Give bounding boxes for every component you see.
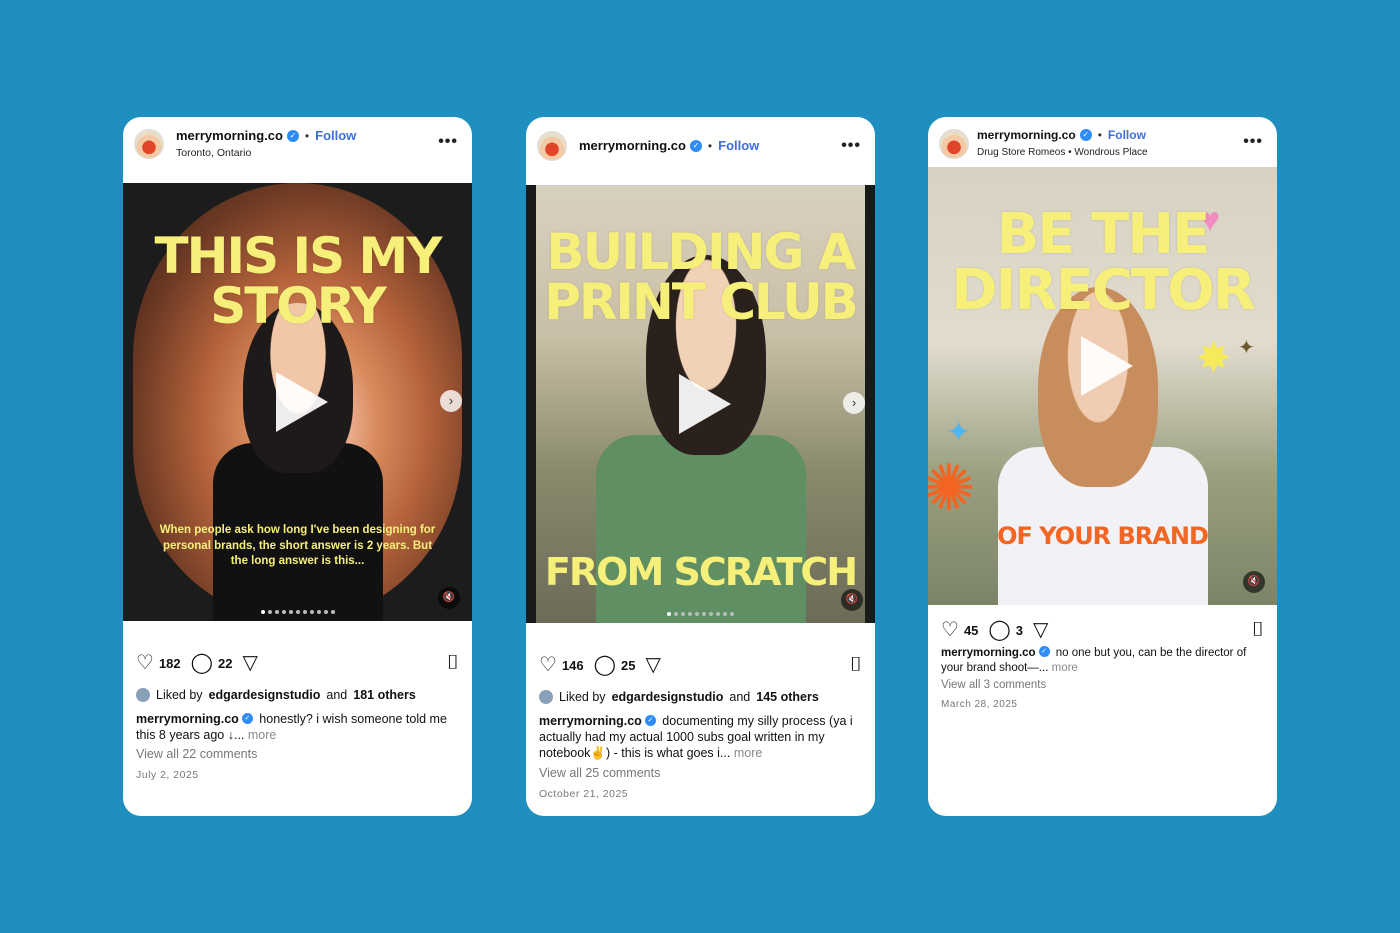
liked-prefix: Liked by bbox=[156, 688, 203, 702]
like-count[interactable]: 45 bbox=[964, 623, 978, 638]
star-sparkle-icon: ✺ bbox=[928, 452, 976, 524]
heart-icon[interactable]: ♡ bbox=[941, 620, 959, 640]
play-icon[interactable] bbox=[275, 372, 328, 432]
post-caption: merrymorning.co ✓ honestly? i wish someon… bbox=[136, 711, 459, 743]
verified-icon: ✓ bbox=[644, 715, 656, 727]
liked-prefix: Liked by bbox=[559, 690, 606, 704]
avatar[interactable] bbox=[134, 129, 164, 159]
video-subtitle: OF YOUR BRAND bbox=[997, 522, 1209, 550]
post-card-1: merrymorning.co ✓ • Follow Toronto, Onta… bbox=[123, 117, 472, 816]
more-link[interactable]: more bbox=[1052, 662, 1078, 674]
play-icon[interactable] bbox=[678, 374, 731, 434]
separator-dot: • bbox=[304, 128, 310, 143]
action-bar: ♡ 182 ◯ 22 ▽ ⌷ bbox=[136, 651, 459, 675]
next-arrow-icon[interactable]: › bbox=[843, 392, 865, 414]
view-comments-link[interactable]: View all 3 comments bbox=[941, 679, 1046, 691]
comment-count[interactable]: 3 bbox=[1016, 623, 1023, 638]
liked-and: and bbox=[326, 688, 348, 702]
mute-icon[interactable]: 🔇 bbox=[1243, 571, 1265, 593]
post-header: merrymorning.co ✓ • Follow Drug Store Ro… bbox=[928, 117, 1277, 173]
comment-icon[interactable]: ◯ bbox=[594, 655, 616, 675]
bookmark-icon[interactable]: ⌷ bbox=[1252, 620, 1264, 640]
carousel-dots bbox=[526, 603, 875, 621]
next-arrow-icon[interactable]: › bbox=[440, 390, 462, 412]
verified-icon: ✓ bbox=[286, 129, 299, 142]
post-handle[interactable]: merrymorning.co bbox=[176, 128, 283, 143]
heart-icon[interactable]: ♡ bbox=[136, 653, 154, 673]
video-headline: BE THE DIRECTOR bbox=[951, 202, 1256, 323]
more-options-icon[interactable]: ••• bbox=[1243, 133, 1263, 151]
post-video[interactable]: BUILDING A PRINT CLUB FROM SCRATCH › 🔇 bbox=[526, 185, 875, 623]
follow-button[interactable]: Follow bbox=[718, 138, 759, 153]
comment-count[interactable]: 25 bbox=[621, 658, 635, 673]
verified-icon: ✓ bbox=[241, 713, 253, 725]
liker-handle[interactable]: edgardesignstudio bbox=[612, 690, 724, 704]
bookmark-icon[interactable]: ⌷ bbox=[850, 655, 862, 675]
avatar[interactable] bbox=[939, 129, 969, 159]
view-comments-link[interactable]: View all 25 comments bbox=[539, 766, 660, 780]
post-date: October 21, 2025 bbox=[539, 788, 629, 800]
subject-body bbox=[596, 435, 806, 623]
video-subtitle: FROM SCRATCH bbox=[544, 550, 858, 594]
post-handle[interactable]: merrymorning.co bbox=[579, 138, 686, 153]
post-header: merrymorning.co ✓ • Follow Toronto, Onta… bbox=[123, 117, 472, 173]
avatar[interactable] bbox=[537, 131, 567, 161]
post-location[interactable]: Drug Store Romeos • Wondrous Place bbox=[977, 147, 1148, 158]
separator-dot: • bbox=[707, 138, 713, 153]
liked-others[interactable]: 181 others bbox=[353, 688, 416, 702]
play-icon[interactable] bbox=[1080, 336, 1133, 396]
post-handle[interactable]: merrymorning.co bbox=[977, 128, 1076, 142]
like-count[interactable]: 146 bbox=[562, 658, 584, 673]
verified-icon: ✓ bbox=[1038, 646, 1050, 658]
caption-handle[interactable]: merrymorning.co bbox=[136, 712, 239, 726]
share-icon[interactable]: ▽ bbox=[1033, 620, 1048, 640]
star-sparkle-icon: ✦ bbox=[1238, 337, 1255, 359]
liker-avatar[interactable] bbox=[539, 690, 553, 704]
comment-icon[interactable]: ◯ bbox=[191, 653, 213, 673]
bookmark-icon[interactable]: ⌷ bbox=[447, 653, 459, 673]
verified-icon: ✓ bbox=[1079, 129, 1092, 141]
liked-others[interactable]: 145 others bbox=[756, 690, 819, 704]
carousel-dots bbox=[123, 601, 472, 619]
post-video[interactable]: ✸ ✦ ✺ ✦ ♥ BE THE DIRECTOR OF YOUR BRAND … bbox=[928, 167, 1277, 605]
liked-by: Liked by edgardesignstudio and 181 other… bbox=[136, 688, 459, 702]
verified-icon: ✓ bbox=[689, 139, 702, 152]
star-sparkle-icon: ✦ bbox=[946, 416, 972, 449]
separator-dot: • bbox=[1097, 128, 1102, 142]
post-date: March 28, 2025 bbox=[941, 699, 1018, 710]
more-link[interactable]: more bbox=[248, 728, 276, 742]
post-date: July 2, 2025 bbox=[136, 769, 199, 781]
liked-by: Liked by edgardesignstudio and 145 other… bbox=[539, 690, 862, 704]
post-card-3: merrymorning.co ✓ • Follow Drug Store Ro… bbox=[928, 117, 1277, 816]
caption-handle[interactable]: merrymorning.co bbox=[941, 647, 1036, 659]
post-caption: merrymorning.co ✓ documenting my silly pr… bbox=[539, 713, 862, 761]
view-comments-link[interactable]: View all 22 comments bbox=[136, 747, 257, 761]
liker-handle[interactable]: edgardesignstudio bbox=[209, 688, 321, 702]
video-headline: THIS IS MY STORY bbox=[154, 227, 443, 335]
follow-button[interactable]: Follow bbox=[1108, 128, 1146, 142]
action-bar: ♡ 146 ◯ 25 ▽ ⌷ bbox=[539, 653, 862, 677]
video-subtitle: When people ask how long I've been desig… bbox=[159, 524, 436, 567]
follow-button[interactable]: Follow bbox=[315, 128, 356, 143]
post-card-2: merrymorning.co ✓ • Follow ••• BUILDING … bbox=[526, 117, 875, 816]
post-caption: merrymorning.co ✓ no one but you, can be … bbox=[941, 646, 1264, 676]
share-icon[interactable]: ▽ bbox=[243, 653, 258, 673]
liked-and: and bbox=[729, 690, 751, 704]
heart-icon[interactable]: ♡ bbox=[539, 655, 557, 675]
share-icon[interactable]: ▽ bbox=[646, 655, 661, 675]
action-bar: ♡ 45 ◯ 3 ▽ ⌷ bbox=[941, 618, 1264, 642]
liker-avatar[interactable] bbox=[136, 688, 150, 702]
post-location[interactable]: Toronto, Ontario bbox=[176, 147, 251, 159]
caption-handle[interactable]: merrymorning.co bbox=[539, 714, 642, 728]
more-link[interactable]: more bbox=[734, 746, 762, 760]
star-sparkle-icon: ✸ bbox=[1196, 334, 1232, 381]
video-headline: BUILDING A PRINT CLUB bbox=[544, 223, 859, 331]
more-options-icon[interactable]: ••• bbox=[438, 133, 458, 151]
post-header: merrymorning.co ✓ • Follow ••• bbox=[526, 117, 875, 173]
comment-icon[interactable]: ◯ bbox=[988, 620, 1010, 640]
comment-count[interactable]: 22 bbox=[218, 656, 232, 671]
post-video[interactable]: THIS IS MY STORY When people ask how lon… bbox=[123, 183, 472, 621]
like-count[interactable]: 182 bbox=[159, 656, 181, 671]
more-options-icon[interactable]: ••• bbox=[841, 137, 861, 155]
